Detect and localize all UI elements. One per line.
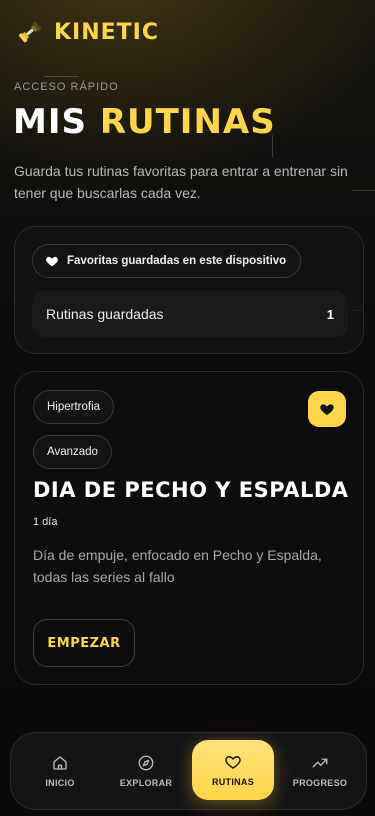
start-routine-button[interactable]: EMPEZAR [33,619,135,667]
brand[interactable]: KINETIC [16,18,159,46]
bottom-nav: INICIO EXPLORAR RUTINAS PROGRESO [10,732,367,810]
routine-days: 1 día [33,516,58,528]
section-eyebrow: ACCESO RÁPIDO [14,81,119,93]
saved-routines-row: Rutinas guardadas 1 [32,291,348,337]
favorite-toggle-button[interactable] [308,391,346,427]
routine-tag-goal: Hipertrofia [33,390,115,424]
app-page: KINETIC ACCESO RÁPIDO MIS RUTINAS Guarda… [0,0,375,816]
dumbbell-icon [18,21,42,43]
routine-title: DIA DE PECHO Y ESPALDA [33,478,349,502]
decorative-line [44,76,78,77]
nav-item-inicio[interactable]: INICIO [19,741,101,801]
brand-name: KINETIC [54,19,160,45]
page-subtitle: Guarda tus rutinas favoritas para entrar… [14,163,348,201]
nav-label-rutinas: RUTINAS [211,777,255,787]
saved-routines-label: Rutinas guardadas [46,306,164,322]
page-title-part2: RUTINAS [99,102,276,142]
routine-tag-level: Avanzado [33,435,112,469]
heart-filled-icon [320,404,334,415]
nav-item-progreso[interactable]: PROGRESO [279,741,361,801]
nav-label-progreso: PROGRESO [292,778,348,788]
home-icon [53,756,67,770]
compass-icon [138,755,154,771]
nav-item-rutinas[interactable]: RUTINAS [192,740,274,800]
favorites-summary-card: Favoritas guardadas en este dispositivo … [14,226,364,354]
nav-label-explorar: EXPLORAR [119,778,173,788]
routine-description: Día de empuje, enfocado en Pecho y Espal… [33,547,322,585]
page-title: MIS RUTINAS [13,100,276,144]
heart-icon [225,756,241,769]
favorites-device-label: Favoritas guardadas en este dispositivo [67,255,287,267]
page-title-part1: MIS [13,102,87,142]
saved-routines-count: 1 [326,306,334,322]
nav-label-inicio: INICIO [45,778,75,788]
heart-icon [46,256,58,267]
nav-item-explorar[interactable]: EXPLORAR [105,741,187,801]
favorites-device-badge: Favoritas guardadas en este dispositivo [32,244,302,278]
trending-up-icon [312,758,328,768]
routine-card[interactable]: Hipertrofia Avanzado DIA DE PECHO Y ESPA… [14,371,364,685]
